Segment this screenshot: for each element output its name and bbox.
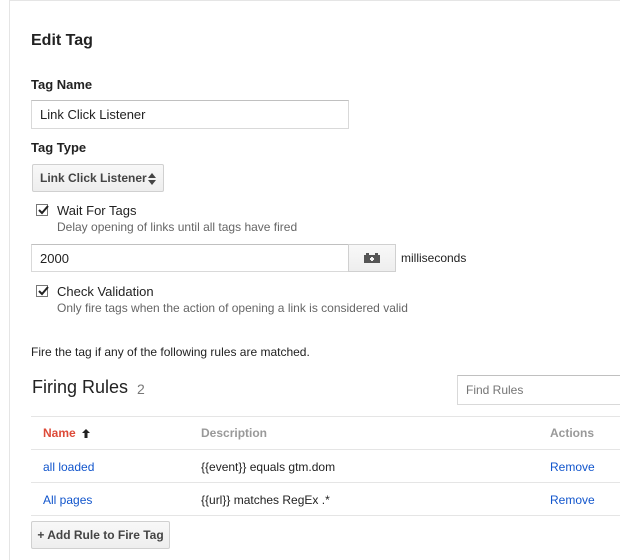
page-title: Edit Tag	[31, 32, 93, 49]
edit-panel	[9, 0, 620, 560]
tag-type-select[interactable]: Link Click Listener	[32, 164, 164, 192]
tag-name-label: Tag Name	[31, 77, 93, 92]
timeout-input[interactable]	[31, 244, 349, 272]
row-divider	[31, 482, 620, 483]
rule-name-link[interactable]: All pages	[43, 493, 92, 507]
remove-rule-link[interactable]: Remove	[550, 493, 595, 507]
up-down-arrows-icon	[148, 173, 156, 185]
check-validation-checkbox[interactable]	[36, 285, 49, 297]
macro-picker-button[interactable]	[348, 244, 396, 272]
wait-for-tags-label: Wait For Tags	[57, 203, 137, 218]
row-divider	[31, 515, 620, 516]
table-top-divider	[31, 416, 620, 417]
column-header-name-label: Name	[43, 426, 76, 440]
rule-description: {{event}} equals gtm.dom	[201, 460, 336, 474]
check-validation-description: Only fire tags when the action of openin…	[57, 301, 408, 315]
remove-rule-link[interactable]: Remove	[550, 460, 595, 474]
tag-type-selected: Link Click Listener	[40, 171, 147, 185]
tag-type-label: Tag Type	[31, 140, 87, 155]
add-rule-button[interactable]: + Add Rule to Fire Tag	[31, 521, 170, 549]
firing-rules-count: 2	[137, 381, 145, 397]
wait-for-tags-checkbox[interactable]	[36, 204, 49, 216]
firing-rules-title: Firing Rules	[32, 377, 129, 397]
timeout-unit: milliseconds	[401, 251, 467, 265]
fire-rule-instruction: Fire the tag if any of the following rul…	[31, 345, 310, 359]
checkmark-icon	[38, 286, 49, 296]
find-rules-input[interactable]	[457, 375, 620, 405]
column-header-description: Description	[201, 426, 268, 440]
wait-for-tags-description: Delay opening of links until all tags ha…	[57, 220, 298, 234]
column-header-name[interactable]: Name	[43, 426, 91, 440]
checkmark-icon	[38, 205, 49, 215]
rule-name-link[interactable]: all loaded	[43, 460, 94, 474]
check-validation-label: Check Validation	[57, 284, 154, 299]
sort-ascending-icon	[82, 429, 91, 438]
column-header-actions: Actions	[550, 426, 595, 440]
header-divider	[31, 449, 620, 450]
macro-icon	[364, 253, 380, 263]
rule-description: {{url}} matches RegEx .*	[201, 493, 330, 507]
tag-name-input[interactable]	[31, 100, 349, 129]
